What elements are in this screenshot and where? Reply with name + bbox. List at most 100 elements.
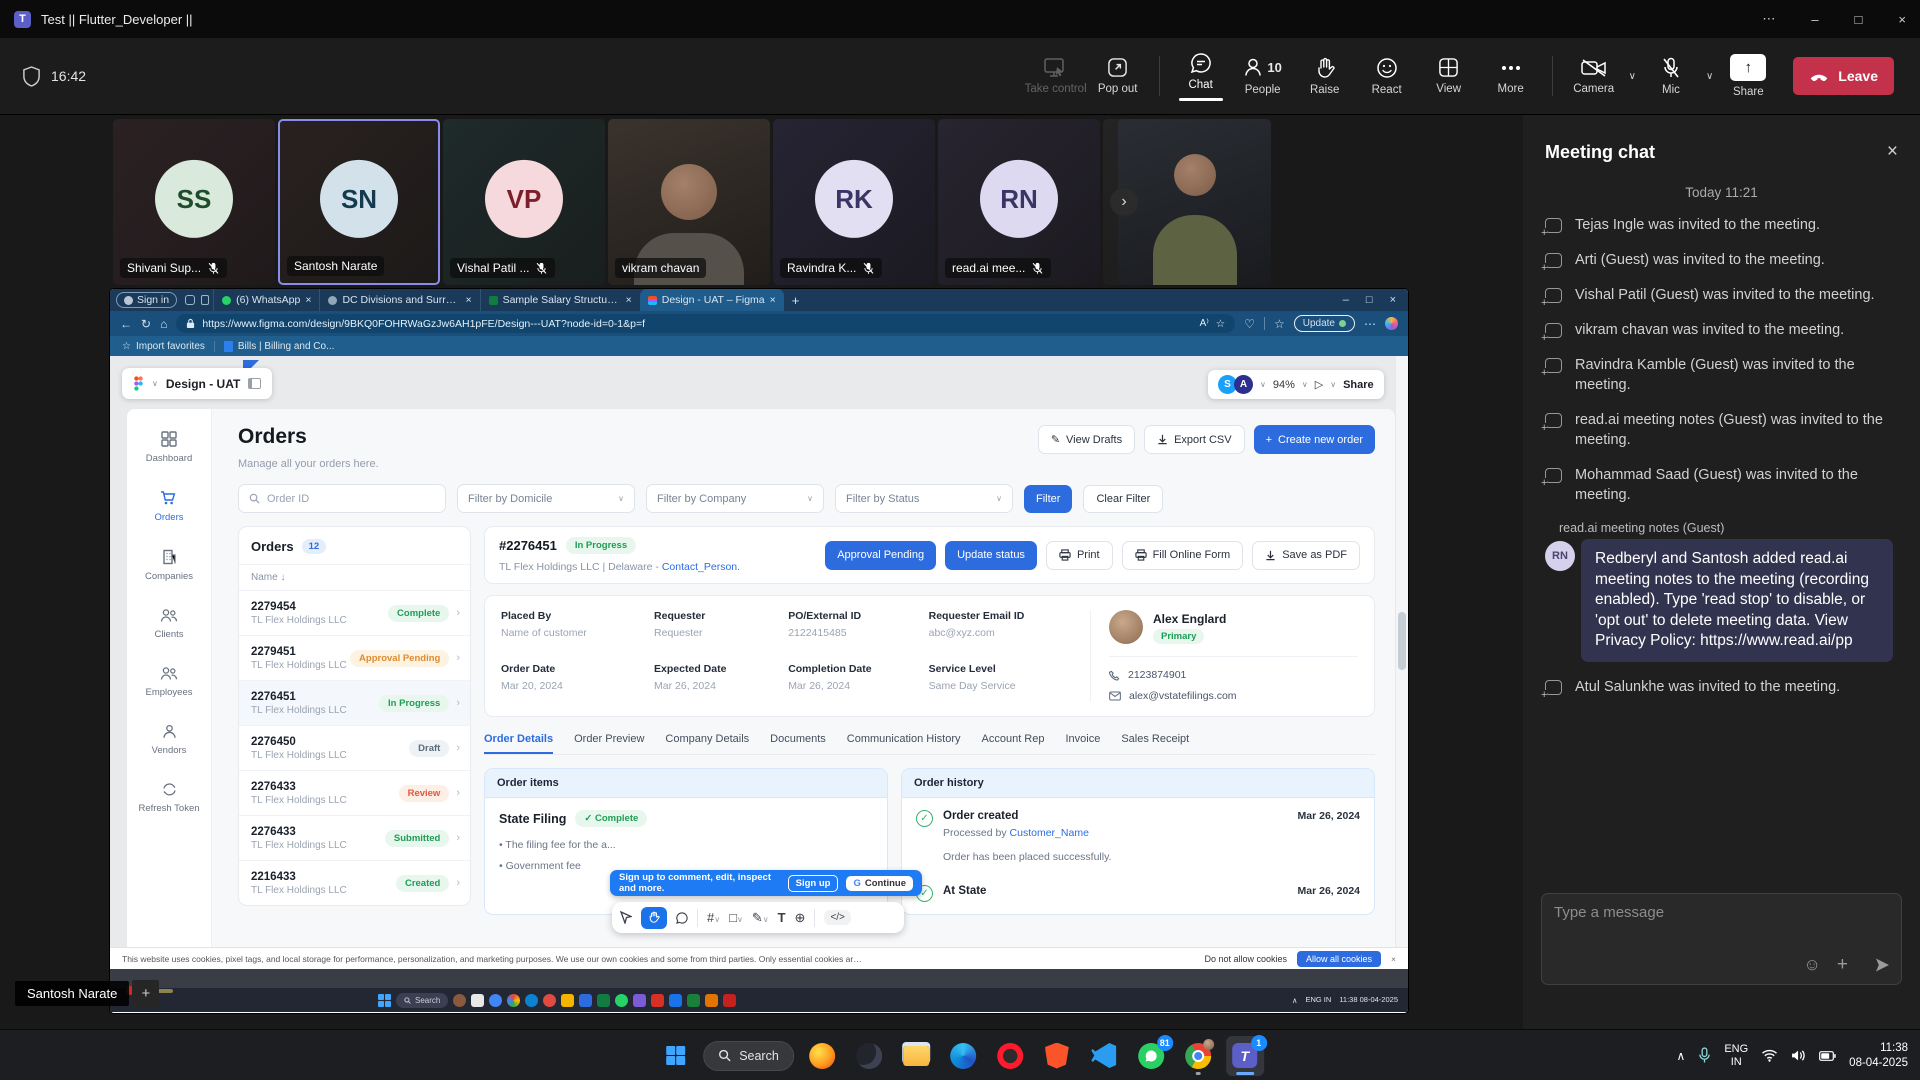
order-row[interactable]: 2279454TL Flex Holdings LLC Complete › [239, 590, 470, 635]
print-button[interactable]: Print [1046, 541, 1113, 570]
contact-person-link[interactable]: Contact_Person. [662, 561, 740, 573]
avatars-chevron[interactable]: ∨ [1260, 380, 1266, 389]
mic-options-chevron[interactable]: ∨ [1706, 71, 1713, 82]
zoom-level[interactable]: 94% [1273, 379, 1295, 391]
update-status-button[interactable]: Update status [945, 541, 1037, 570]
clear-filter-button[interactable]: Clear Filter [1083, 485, 1163, 513]
chat-button[interactable]: Chat [1170, 52, 1232, 101]
order-row[interactable]: 2276450TL Flex Holdings LLC Draft › [239, 725, 470, 770]
mini-app-icon[interactable] [705, 994, 718, 1007]
dark-app-icon[interactable] [850, 1036, 888, 1076]
collaborator-avatar[interactable]: A [1234, 375, 1253, 394]
mini-app-icon[interactable] [543, 994, 556, 1007]
brave-icon[interactable] [1038, 1036, 1076, 1076]
battery-icon[interactable] [1819, 1051, 1836, 1061]
file-explorer-icon[interactable] [897, 1036, 935, 1076]
sign-up-button[interactable]: Sign up [788, 875, 839, 892]
move-tool-icon[interactable] [620, 911, 632, 924]
tab-order-details[interactable]: Order Details [484, 733, 553, 754]
teams-taskbar-icon[interactable]: T 1 [1226, 1036, 1264, 1076]
mini-app-icon[interactable] [633, 994, 646, 1007]
read-aloud-icon[interactable]: A⁾ [1200, 318, 1209, 329]
firefox-icon[interactable] [803, 1036, 841, 1076]
tab-close-icon[interactable]: × [305, 294, 311, 306]
tray-mic-icon[interactable] [1698, 1047, 1711, 1064]
attach-plus-icon[interactable]: + [1837, 954, 1848, 976]
mini-app-icon[interactable] [579, 994, 592, 1007]
vscode-icon[interactable] [1085, 1036, 1123, 1076]
file-menu-chevron[interactable]: ∨ [152, 379, 158, 388]
browser-menu-icon[interactable]: ⋯ [1364, 317, 1376, 331]
browser-tab[interactable]: Sample Salary Structure with calc× [480, 289, 640, 311]
browser-restore-icon[interactable]: □ [1366, 294, 1373, 306]
browser-close-icon[interactable]: × [1390, 294, 1396, 306]
volume-icon[interactable] [1791, 1049, 1806, 1062]
camera-button[interactable]: Camera [1563, 58, 1625, 95]
back-icon[interactable]: ← [120, 317, 132, 331]
vertical-tabs-icon[interactable] [201, 295, 209, 305]
order-id-search-input[interactable]: Order ID [238, 484, 446, 513]
favorites-list-icon[interactable]: ☆ [1274, 317, 1285, 331]
order-row-selected[interactable]: 2276451TL Flex Holdings LLC In Progress … [239, 680, 470, 725]
opera-icon[interactable] [991, 1036, 1029, 1076]
mini-app-icon[interactable] [597, 994, 610, 1007]
mini-app-icon[interactable] [561, 994, 574, 1007]
leave-button[interactable]: Leave [1793, 57, 1894, 95]
window-minimize-icon[interactable]: – [1811, 12, 1818, 27]
comment-tool-icon[interactable] [676, 912, 688, 924]
tab-communication-history[interactable]: Communication History [847, 733, 961, 754]
browser-tab[interactable]: (6) WhatsApp× [213, 289, 319, 311]
layout-panel-icon[interactable] [248, 378, 261, 389]
tab-close-icon[interactable]: × [626, 294, 632, 306]
sidebar-item-clients[interactable]: Clients [154, 608, 183, 640]
export-csv-button[interactable]: Export CSV [1144, 425, 1244, 454]
browser-essentials-icon[interactable]: ♡ [1244, 317, 1255, 331]
window-more-icon[interactable]: ⋯ [1762, 11, 1775, 27]
tab-close-icon[interactable]: × [770, 294, 776, 306]
order-row[interactable]: 2216433TL Flex Holdings LLC Created › [239, 860, 470, 905]
language-indicator[interactable]: ENGIN [1724, 1043, 1748, 1068]
sidebar-item-dashboard[interactable]: Dashboard [146, 431, 192, 464]
new-tab-button[interactable]: + [792, 293, 800, 308]
favorite-star-icon[interactable]: ☆ [1216, 318, 1225, 330]
wifi-icon[interactable] [1761, 1049, 1778, 1062]
figma-share-button[interactable]: Share [1343, 379, 1374, 391]
pen-tool[interactable]: ✎∨ [752, 910, 769, 926]
list-sort-header[interactable]: Name ↓ [239, 564, 470, 590]
sidebar-item-employees[interactable]: Employees [146, 666, 193, 698]
component-tool[interactable]: ⊕ [795, 910, 806, 926]
scrollbar-thumb[interactable] [1398, 612, 1406, 670]
chrome-icon[interactable] [1179, 1036, 1217, 1076]
mini-app-icon[interactable] [687, 994, 700, 1007]
share-button[interactable]: ↑ Share [1717, 54, 1779, 98]
raise-hand-button[interactable]: Raise [1294, 57, 1356, 96]
spotlight-video-tile[interactable] [1118, 119, 1271, 285]
contact-email[interactable]: alex@vstatefilings.com [1129, 690, 1237, 702]
pop-out-button[interactable]: Pop out [1087, 57, 1149, 95]
sidebar-item-orders[interactable]: Orders [154, 490, 183, 523]
taskbar-search[interactable]: Search [703, 1041, 794, 1071]
mini-app-icon[interactable] [651, 994, 664, 1007]
react-button[interactable]: React [1356, 57, 1418, 96]
filter-company-select[interactable]: Filter by Company∨ [646, 484, 824, 513]
tiles-scroll-right-button[interactable]: › [1110, 188, 1138, 216]
allow-cookies-button[interactable]: Allow all cookies [1297, 951, 1381, 967]
mini-app-icon[interactable] [669, 994, 682, 1007]
dev-mode-toggle[interactable]: </> [824, 910, 850, 925]
mini-search-box[interactable]: Search [396, 993, 448, 1008]
participant-tile[interactable]: RN read.ai mee... [938, 119, 1100, 285]
participant-tile[interactable]: SS Shivani Sup... [113, 119, 275, 285]
mini-app-icon[interactable] [525, 994, 538, 1007]
mini-language[interactable]: ENG IN [1305, 996, 1331, 1005]
tab-documents[interactable]: Documents [770, 733, 826, 754]
sidebar-item-refresh-token[interactable]: Refresh Token [138, 782, 199, 814]
sidebar-item-vendors[interactable]: Vendors [152, 724, 187, 756]
google-continue-button[interactable]: GContinue [846, 876, 913, 891]
presenter-label-options[interactable]: + [132, 980, 159, 1007]
deny-cookies-button[interactable]: Do not allow cookies [1204, 954, 1287, 964]
browser-tab[interactable]: DC Divisions and Surroundings× [319, 289, 479, 311]
clock[interactable]: 11:38 08-04-2025 [1849, 1041, 1908, 1071]
mini-start-button[interactable] [378, 994, 391, 1007]
chat-message-input[interactable] [1554, 904, 1889, 921]
mini-app-icon[interactable] [471, 994, 484, 1007]
